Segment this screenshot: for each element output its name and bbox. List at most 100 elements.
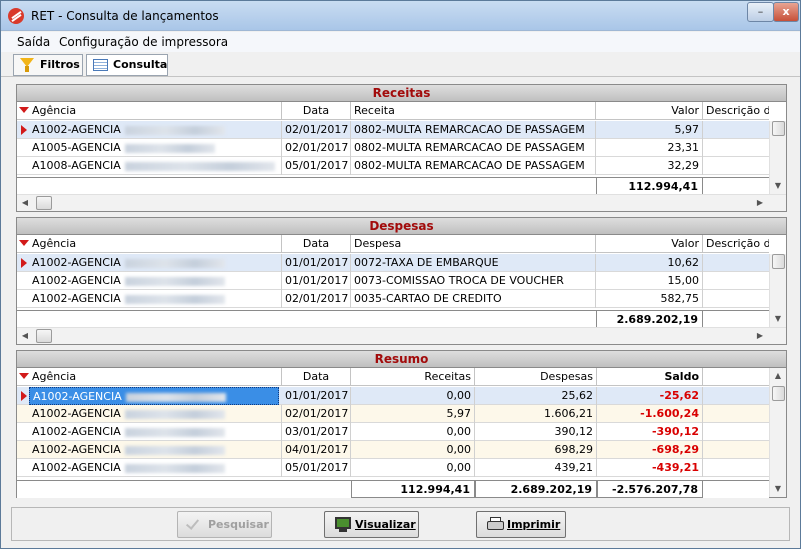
scroll-left-icon[interactable]: ◀ (17, 195, 33, 211)
close-button[interactable]: x (773, 2, 799, 22)
scroll-down-icon[interactable]: ▼ (770, 311, 786, 327)
redacted-text (124, 143, 215, 153)
descricao-cell (703, 272, 769, 290)
resumo-total-row: 112.994,41 2.689.202,19 -2.576.207,78 (17, 480, 769, 498)
col-valor[interactable]: Valor (596, 235, 703, 253)
saldo-cell: -1.600,24 (597, 405, 703, 423)
scroll-thumb[interactable] (772, 386, 785, 401)
col-data[interactable]: Data (282, 368, 351, 386)
table-row[interactable]: A1002-AGENCIA 03/01/2017 0,00 390,12 -39… (17, 423, 769, 441)
agencia-cell: A1005-AGENCIA (32, 141, 121, 154)
sort-indicator-icon (19, 240, 29, 246)
agencia-cell: A1008-AGENCIA (32, 159, 121, 172)
despesa-cell: 0072-TAXA DE EMBARQUE (351, 254, 596, 272)
despesas-grid-header: Agência Data Despesa Valor Descrição de (17, 235, 769, 253)
redacted-text (124, 276, 225, 286)
receitas-cell: 0,00 (351, 441, 475, 459)
scroll-right-icon[interactable]: ▶ (752, 195, 768, 211)
valor-cell: 15,00 (596, 272, 703, 290)
receita-cell: 0802-MULTA REMARCACAO DE PASSAGEM (351, 139, 596, 157)
agencia-cell: A1002-AGENCIA (32, 461, 121, 474)
despesas-title: Despesas (17, 218, 786, 235)
col-despesas[interactable]: Despesas (475, 368, 597, 386)
data-cell: 01/01/2017 (282, 272, 351, 290)
tab-bar: Filtros Consulta (1, 53, 800, 77)
col-despesa[interactable]: Despesa (351, 235, 596, 253)
data-cell: 02/01/2017 (282, 121, 351, 139)
scroll-thumb[interactable] (36, 329, 52, 343)
receitas-cell: 5,97 (351, 405, 475, 423)
table-row[interactable]: A1002-AGENCIA 01/01/2017 0,00 25,62 -25,… (17, 387, 769, 405)
col-data[interactable]: Data (282, 235, 351, 253)
scroll-thumb[interactable] (36, 196, 52, 210)
despesas-cell: 698,29 (475, 441, 597, 459)
agencia-cell: A1002-AGENCIA (32, 292, 121, 305)
scroll-right-icon[interactable]: ▶ (752, 328, 768, 344)
col-saldo[interactable]: Saldo (597, 368, 703, 386)
title-bar[interactable]: RET - Consulta de lançamentos – x (1, 1, 800, 31)
redacted-text (124, 258, 225, 268)
table-row[interactable]: A1002-AGENCIA 01/01/2017 0072-TAXA DE EM… (17, 254, 769, 272)
redacted-text (124, 294, 225, 304)
imprimir-button[interactable]: Imprimir (476, 511, 566, 538)
table-row[interactable]: A1008-AGENCIA 05/01/2017 0802-MULTA REMA… (17, 157, 769, 175)
visualizar-button[interactable]: Visualizar (324, 511, 419, 538)
agencia-cell: A1002-AGENCIA (32, 256, 121, 269)
despesas-total: 2.689.202,19 (596, 311, 703, 328)
col-agencia[interactable]: Agência (17, 235, 282, 253)
scroll-down-icon[interactable]: ▼ (770, 178, 786, 194)
col-data[interactable]: Data (282, 102, 351, 120)
scroll-left-icon[interactable]: ◀ (17, 328, 33, 344)
pesquisar-button[interactable]: Pesquisar (177, 511, 272, 538)
scroll-up-icon[interactable]: ▲ (770, 368, 786, 384)
col-agencia[interactable]: Agência (17, 368, 282, 386)
col-receitas[interactable]: Receitas (351, 368, 475, 386)
minimize-button[interactable]: – (747, 2, 774, 22)
table-row[interactable]: A1005-AGENCIA 02/01/2017 0802-MULTA REMA… (17, 139, 769, 157)
table-row[interactable]: A1002-AGENCIA 02/01/2017 0035-CARTAO DE … (17, 290, 769, 308)
table-row[interactable]: A1002-AGENCIA 04/01/2017 0,00 698,29 -69… (17, 441, 769, 459)
checkmark-icon (185, 516, 204, 532)
receitas-panel: Receitas Agência Data Receita Valor Desc… (16, 84, 787, 212)
redacted-text (124, 445, 225, 455)
tab-filtros[interactable]: Filtros (13, 54, 83, 76)
tab-consulta[interactable]: Consulta (86, 54, 168, 76)
table-row[interactable]: A1002-AGENCIA 02/01/2017 0802-MULTA REMA… (17, 121, 769, 139)
resumo-total-saldo: -2.576.207,78 (597, 481, 703, 498)
saldo-cell: -698,29 (597, 441, 703, 459)
table-row[interactable]: A1002-AGENCIA 02/01/2017 5,97 1.606,21 -… (17, 405, 769, 423)
scroll-thumb[interactable] (772, 254, 785, 269)
receitas-total-row: 112.994,41 (17, 177, 769, 195)
scroll-thumb[interactable] (772, 121, 785, 136)
despesas-panel: Despesas Agência Data Despesa Valor Desc… (16, 217, 787, 345)
saldo-cell: -25,62 (597, 387, 703, 405)
table-row[interactable]: A1002-AGENCIA 05/01/2017 0,00 439,21 -43… (17, 459, 769, 477)
valor-cell: 23,31 (596, 139, 703, 157)
despesas-cell: 25,62 (475, 387, 597, 405)
data-cell: 04/01/2017 (282, 441, 351, 459)
col-receita[interactable]: Receita (351, 102, 596, 120)
data-cell: 01/01/2017 (282, 254, 351, 272)
resumo-vscroll[interactable]: ▲ ▼ (769, 368, 786, 497)
despesas-hscroll[interactable]: ◀ ▶ (17, 327, 786, 344)
receitas-vscroll[interactable]: ▲ ▼ (769, 121, 786, 194)
row-indicator-icon (21, 391, 27, 401)
agencia-cell: A1002-AGENCIA (32, 123, 121, 136)
agencia-cell: A1002-AGENCIA (32, 407, 121, 420)
col-descricao[interactable]: Descrição de (703, 235, 769, 253)
funnel-icon (19, 57, 35, 73)
menu-saida[interactable]: Saída (17, 35, 50, 49)
saldo-cell: -439,21 (597, 459, 703, 477)
col-agencia[interactable]: Agência (17, 102, 282, 120)
scroll-down-icon[interactable]: ▼ (770, 481, 786, 497)
data-cell: 05/01/2017 (282, 459, 351, 477)
despesas-vscroll[interactable]: ▲ ▼ (769, 254, 786, 327)
valor-cell: 10,62 (596, 254, 703, 272)
menu-configuracao-impressora[interactable]: Configuração de impressora (59, 35, 228, 49)
col-descricao[interactable]: Descrição de (703, 102, 769, 120)
despesa-cell: 0035-CARTAO DE CREDITO (351, 290, 596, 308)
table-row[interactable]: A1002-AGENCIA 01/01/2017 0073-COMISSAO T… (17, 272, 769, 290)
resumo-panel: Resumo Agência Data Receitas Despesas Sa… (16, 350, 787, 498)
col-valor[interactable]: Valor (596, 102, 703, 120)
receitas-hscroll[interactable]: ◀ ▶ (17, 194, 786, 211)
